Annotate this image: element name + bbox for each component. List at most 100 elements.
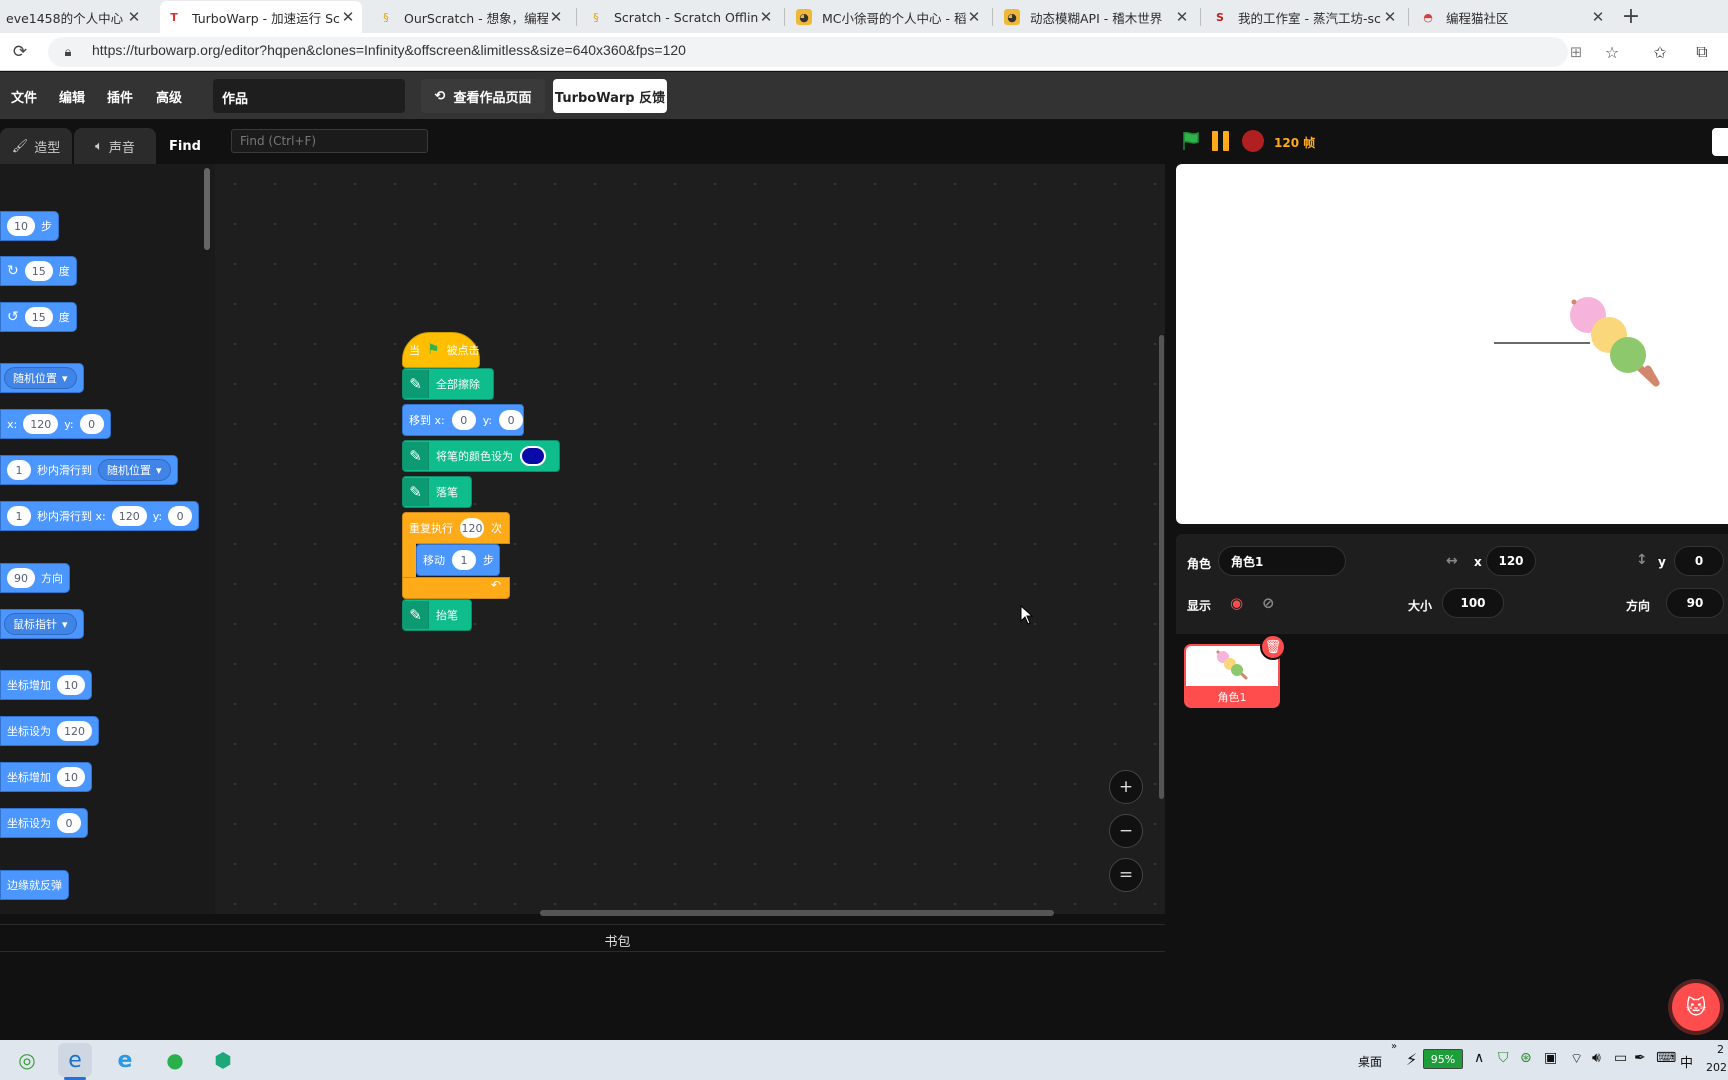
pause-button[interactable] — [1212, 131, 1232, 151]
tab-costumes[interactable]: 🖌︎ 造型 — [0, 128, 72, 164]
block-input[interactable]: 0 — [79, 414, 104, 434]
glide-to-target-block[interactable]: 1 秒内滑行到 随机位置 ▾ — [0, 455, 178, 485]
close-tab-icon[interactable]: ✕ — [966, 8, 982, 26]
sprite-direction-input[interactable]: 90 — [1666, 588, 1724, 618]
turn-left-block[interactable]: ↺ 15 度 — [0, 302, 77, 332]
feedback-button[interactable]: TurboWarp 反馈 — [553, 79, 667, 113]
wechat-icon[interactable]: ● — [158, 1043, 192, 1077]
block-input[interactable]: 120 — [23, 414, 59, 434]
block-input[interactable]: 15 — [24, 307, 53, 327]
block-input[interactable]: 90 — [7, 568, 35, 588]
tab-sounds[interactable]: 🔈︎ 声音 — [74, 128, 156, 164]
x-input[interactable]: 0 — [451, 410, 476, 430]
set-x-block[interactable]: 坐标设为 120 — [0, 716, 99, 746]
apps-grid-icon[interactable]: ⊞ — [1564, 40, 1588, 64]
pen-up-block[interactable]: ✎ 抬笔 — [402, 599, 472, 631]
battery-indicator[interactable]: 95% — [1423, 1049, 1463, 1069]
new-tab-button[interactable]: + — [1619, 4, 1643, 29]
close-tab-icon[interactable]: ✕ — [340, 8, 356, 26]
eye-hidden-icon[interactable]: ⊘ — [1262, 594, 1275, 612]
block-input[interactable]: 1 — [7, 506, 31, 526]
goto-target-block[interactable]: 随机位置 ▾ — [0, 363, 84, 393]
block-input[interactable]: 10 — [7, 216, 35, 236]
ie-browser-icon[interactable]: e — [108, 1043, 142, 1077]
security-app-icon[interactable]: ⊛ — [1520, 1050, 1532, 1066]
system-app-icon[interactable]: ◎ — [10, 1043, 44, 1077]
ime-indicator[interactable]: 中 — [1680, 1052, 1693, 1071]
browser-tab[interactable]: eve1458的个人中心 - 稻 ✕ — [0, 1, 148, 33]
browser-tab-active[interactable]: T TurboWarp - 加速运行 Scr ✕ — [160, 1, 362, 33]
reload-icon[interactable]: ⟳ — [8, 40, 32, 64]
script-workspace[interactable]: 当 ⚑ 被点击 ✎ 全部擦除 移到 x: 0 y: 0 ✎ 将笔的颜色设为 ✎ … — [215, 164, 1165, 914]
menu-addons[interactable]: 插件 — [107, 87, 133, 106]
point-towards-block[interactable]: 鼠标指针 ▾ — [0, 609, 84, 639]
clock-date[interactable]: 202 — [1706, 1061, 1727, 1074]
glide-to-xy-block[interactable]: 1 秒内滑行到 x: 120 y: 0 — [0, 501, 200, 531]
workspace-vertical-scrollbar[interactable] — [1159, 335, 1164, 799]
change-y-block[interactable]: 坐标增加 10 — [0, 762, 92, 792]
workspace-horizontal-scrollbar[interactable] — [540, 910, 1054, 916]
close-tab-icon[interactable]: ✕ — [1590, 8, 1606, 26]
see-project-page-button[interactable]: ⟲ 查看作品页面 — [421, 79, 545, 113]
battery-tray-icon[interactable]: ▭ — [1614, 1050, 1627, 1066]
set-y-block[interactable]: 坐标设为 0 — [0, 808, 88, 838]
menu-advanced[interactable]: 高级 — [156, 87, 182, 106]
tray-expand-icon[interactable]: » — [1391, 1041, 1397, 1052]
add-favorite-icon[interactable]: ☆ — [1600, 40, 1624, 64]
stage-canvas[interactable] — [1176, 164, 1728, 524]
project-title-input[interactable]: 作品 — [213, 79, 405, 113]
zoom-reset-button[interactable]: = — [1109, 858, 1143, 892]
backpack-header[interactable]: 书包 — [0, 924, 1165, 952]
lock-icon[interactable]: 🔒︎ — [56, 40, 80, 64]
stage-size-toggle[interactable] — [1712, 128, 1728, 156]
tab-find[interactable]: Find — [158, 128, 212, 164]
browser-tab[interactable]: S 我的工作室 - 蒸汽工坊-scr ✕ — [1206, 1, 1404, 33]
add-sprite-button[interactable]: 🐱︎ — [1672, 983, 1720, 1031]
zoom-in-button[interactable]: + — [1109, 770, 1143, 804]
block-input[interactable]: 15 — [24, 261, 53, 281]
device-icon[interactable]: ▣ — [1544, 1050, 1557, 1066]
clock-time[interactable]: 2 — [1717, 1043, 1724, 1056]
pen-clear-block[interactable]: ✎ 全部擦除 — [402, 368, 494, 400]
turn-right-block[interactable]: ↻ 15 度 — [0, 256, 77, 286]
point-direction-block[interactable]: 90 方向 — [0, 563, 70, 593]
target-dropdown[interactable]: 鼠标指针 ▾ — [4, 613, 77, 635]
bounce-on-edge-block[interactable]: 边缘就反弹 — [0, 870, 69, 900]
sprite-name-input[interactable]: 角色1 — [1218, 546, 1346, 576]
move-steps-block[interactable]: 移动 1 步 — [416, 544, 500, 576]
pen-down-block[interactable]: ✎ 落笔 — [402, 476, 472, 508]
pen-color-swatch[interactable] — [520, 446, 546, 466]
target-dropdown[interactable]: 随机位置 ▾ — [4, 367, 77, 389]
sprite-y-input[interactable]: 0 — [1674, 546, 1724, 576]
block-input[interactable]: 120 — [111, 506, 147, 526]
block-input[interactable]: 0 — [168, 506, 193, 526]
repeat-times-input[interactable]: 120 — [460, 518, 484, 538]
browser-tab[interactable]: § OurScratch - 想象，编程， ✕ — [372, 1, 570, 33]
browser-tab[interactable]: § Scratch - Scratch Offline Ed ✕ — [582, 1, 780, 33]
close-tab-icon[interactable]: ✕ — [1174, 8, 1190, 26]
palette-scrollbar[interactable] — [204, 168, 210, 250]
y-input[interactable]: 0 — [499, 410, 524, 430]
repeat-block[interactable]: 重复执行 120 次 — [402, 512, 510, 544]
block-input[interactable]: 10 — [57, 767, 85, 787]
edge-browser-icon[interactable]: e — [58, 1043, 92, 1077]
favorites-icon[interactable]: ✩ — [1648, 40, 1672, 64]
change-x-block[interactable]: 坐标增加 10 — [0, 670, 92, 700]
target-dropdown[interactable]: 随机位置 ▾ — [98, 459, 171, 481]
shield-icon[interactable]: ⛉ — [1498, 1050, 1509, 1066]
eye-visible-icon[interactable]: ◉ — [1230, 594, 1243, 612]
network-icon[interactable]: ⌔ — [1570, 1050, 1583, 1068]
app-icon[interactable]: ⬢ — [206, 1043, 240, 1077]
set-pen-color-block[interactable]: ✎ 将笔的颜色设为 — [402, 440, 560, 472]
steps-input[interactable]: 1 — [452, 550, 476, 570]
desktop-label[interactable]: 桌面 — [1358, 1053, 1382, 1070]
close-tab-icon[interactable]: ✕ — [1382, 8, 1398, 26]
when-flag-clicked-block[interactable]: 当 ⚑ 被点击 — [402, 332, 480, 368]
goto-xy-block[interactable]: x: 120 y: 0 — [0, 409, 111, 439]
chevron-up-icon[interactable]: ∧ — [1474, 1050, 1484, 1066]
menu-file[interactable]: 文件 — [11, 87, 37, 106]
url-text[interactable]: https://turbowarp.org/editor?hqpen&clone… — [92, 42, 686, 58]
block-input[interactable]: 10 — [57, 675, 85, 695]
block-input[interactable]: 1 — [7, 460, 31, 480]
browser-tab[interactable]: ◕ 动态模糊API - 稽木世界 ✕ — [998, 1, 1196, 33]
